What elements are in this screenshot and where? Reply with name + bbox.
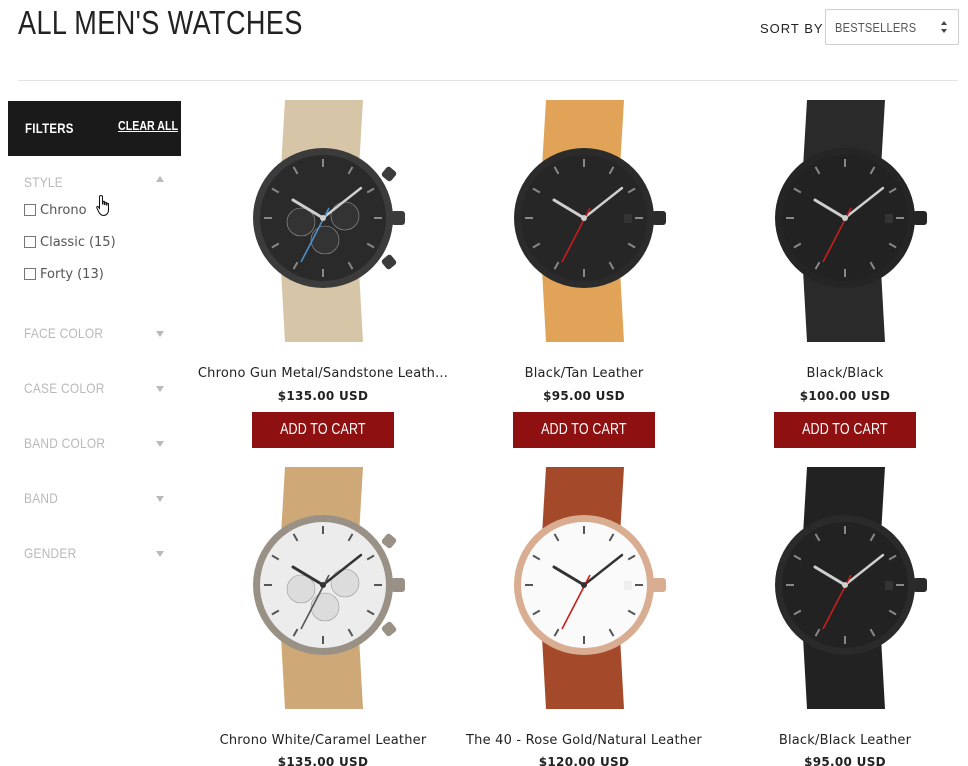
watch-date-window [624, 581, 632, 590]
facet-label: FACE COLOR [24, 325, 104, 341]
watch-center-pin [842, 582, 848, 588]
facet-style[interactable]: STYLE [24, 174, 166, 194]
product-price: $100.00 USD [799, 389, 891, 403]
watch-image[interactable] [714, 465, 968, 715]
watch-image[interactable] [453, 465, 715, 715]
watch-subdial [330, 568, 360, 598]
caret-down-icon [156, 496, 164, 502]
facet-label: BAND [24, 490, 59, 506]
page-title: ALL MEN'S WATCHES [18, 4, 303, 41]
watch-center-pin [581, 582, 587, 588]
filters-header: FILTERS CLEAR ALL [8, 101, 181, 156]
sort-label: SORT BY [760, 21, 824, 36]
product-price: $135.00 USD [277, 389, 369, 403]
watch-date-window [885, 581, 893, 590]
watch-image[interactable] [192, 98, 454, 348]
filters-title: FILTERS [25, 120, 74, 136]
product-name[interactable]: Chrono White/Caramel Leather [192, 733, 454, 748]
watch-date-window [624, 214, 632, 223]
product-name[interactable]: Chrono Gun Metal/Sandstone Leath... [192, 366, 454, 381]
product-card[interactable]: Black/Black $100.00 USD ADD TO CART [714, 98, 968, 458]
add-to-cart-button[interactable]: ADD TO CART [774, 412, 916, 448]
product-card[interactable]: The 40 - Rose Gold/Natural Leather $120.… [453, 465, 715, 766]
caret-up-icon [156, 176, 164, 182]
watch-image[interactable] [192, 465, 454, 715]
product-name[interactable]: Black/Black Leather [714, 733, 968, 748]
watch-pusher [381, 621, 397, 637]
watch-center-pin [320, 582, 326, 588]
product-card[interactable]: Black/Black Leather $95.00 USD [714, 465, 968, 766]
facet-label: STYLE [24, 174, 63, 190]
watch-center-pin [842, 215, 848, 221]
filter-option-count: (15) [88, 234, 116, 250]
watch-image[interactable] [714, 98, 968, 348]
caret-down-icon [156, 551, 164, 557]
filter-option-label: Chrono [40, 202, 87, 218]
facet-band[interactable]: BAND [24, 490, 166, 510]
facet-label: CASE COLOR [24, 380, 105, 396]
watch-crown [913, 211, 927, 225]
watch-subdial [310, 592, 340, 622]
watch-crown [652, 211, 666, 225]
header-divider [18, 80, 958, 81]
facet-gender[interactable]: GENDER [24, 545, 166, 565]
product-price: $95.00 USD [543, 389, 625, 403]
product-card[interactable]: Chrono Gun Metal/Sandstone Leath... $135… [192, 98, 454, 458]
product-name[interactable]: The 40 - Rose Gold/Natural Leather [453, 733, 715, 748]
caret-down-icon [156, 441, 164, 447]
checkbox-icon[interactable] [24, 204, 36, 216]
product-card[interactable]: Chrono White/Caramel Leather $135.00 USD [192, 465, 454, 766]
watch-pusher [381, 254, 397, 270]
watch-crown [913, 578, 927, 592]
product-price: $135.00 USD [277, 755, 369, 766]
product-card[interactable]: Black/Tan Leather $95.00 USD ADD TO CART [453, 98, 715, 458]
watch-subdial [330, 201, 360, 231]
watch-date-window [885, 214, 893, 223]
facet-band-color[interactable]: BAND COLOR [24, 435, 166, 455]
filter-option-label: Classic [40, 234, 85, 250]
filter-option-label: Forty [40, 266, 74, 282]
add-to-cart-button[interactable]: ADD TO CART [252, 412, 394, 448]
watch-crown [652, 578, 666, 592]
watch-center-pin [320, 215, 326, 221]
watch-center-pin [581, 215, 587, 221]
sort-selected-value: BESTSELLERS [835, 19, 917, 35]
caret-down-icon [156, 386, 164, 392]
checkbox-icon[interactable] [24, 268, 36, 280]
facet-case-color[interactable]: CASE COLOR [24, 380, 166, 400]
filter-option-count: (13) [77, 266, 104, 282]
add-to-cart-button[interactable]: ADD TO CART [513, 412, 655, 448]
product-name[interactable]: Black/Tan Leather [453, 366, 715, 381]
watch-crown [391, 578, 405, 592]
watch-pusher [381, 166, 397, 182]
hand-pointer-icon [96, 194, 109, 217]
caret-down-icon [156, 331, 164, 337]
product-price: $95.00 USD [804, 755, 886, 766]
up-down-arrows-icon [941, 21, 947, 33]
watch-pusher [381, 533, 397, 549]
watch-image[interactable] [453, 98, 715, 348]
product-price: $120.00 USD [538, 755, 630, 766]
watch-subdial [310, 225, 340, 255]
watch-crown [391, 211, 405, 225]
facet-label: BAND COLOR [24, 435, 106, 451]
facet-label: GENDER [24, 545, 77, 561]
product-name[interactable]: Black/Black [714, 366, 968, 381]
filter-option-classic[interactable]: Classic (15) [24, 233, 116, 251]
clear-all-link[interactable]: CLEAR ALL [118, 118, 178, 133]
sort-select[interactable]: BESTSELLERS [825, 9, 959, 45]
filter-option-chrono[interactable]: Chrono [24, 201, 87, 219]
facet-face-color[interactable]: FACE COLOR [24, 325, 166, 345]
filter-option-forty[interactable]: Forty (13) [24, 265, 104, 283]
checkbox-icon[interactable] [24, 236, 36, 248]
